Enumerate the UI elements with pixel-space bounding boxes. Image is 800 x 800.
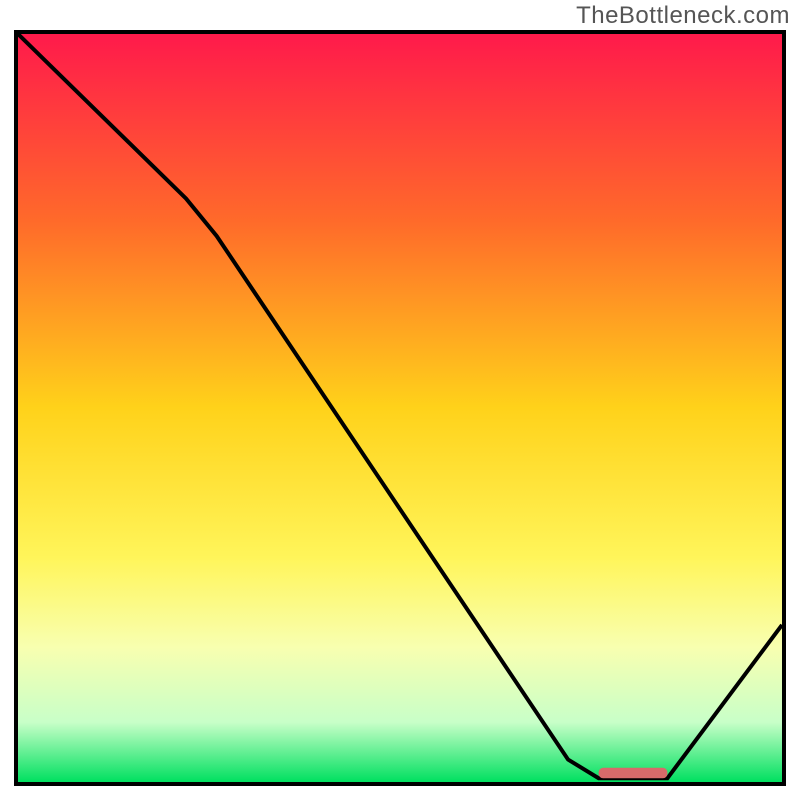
chart-container: TheBottleneck.com xyxy=(0,0,800,800)
plot-frame xyxy=(14,30,786,786)
optimum-marker xyxy=(599,768,668,778)
watermark-text: TheBottleneck.com xyxy=(576,2,790,30)
plot-svg xyxy=(18,34,782,782)
